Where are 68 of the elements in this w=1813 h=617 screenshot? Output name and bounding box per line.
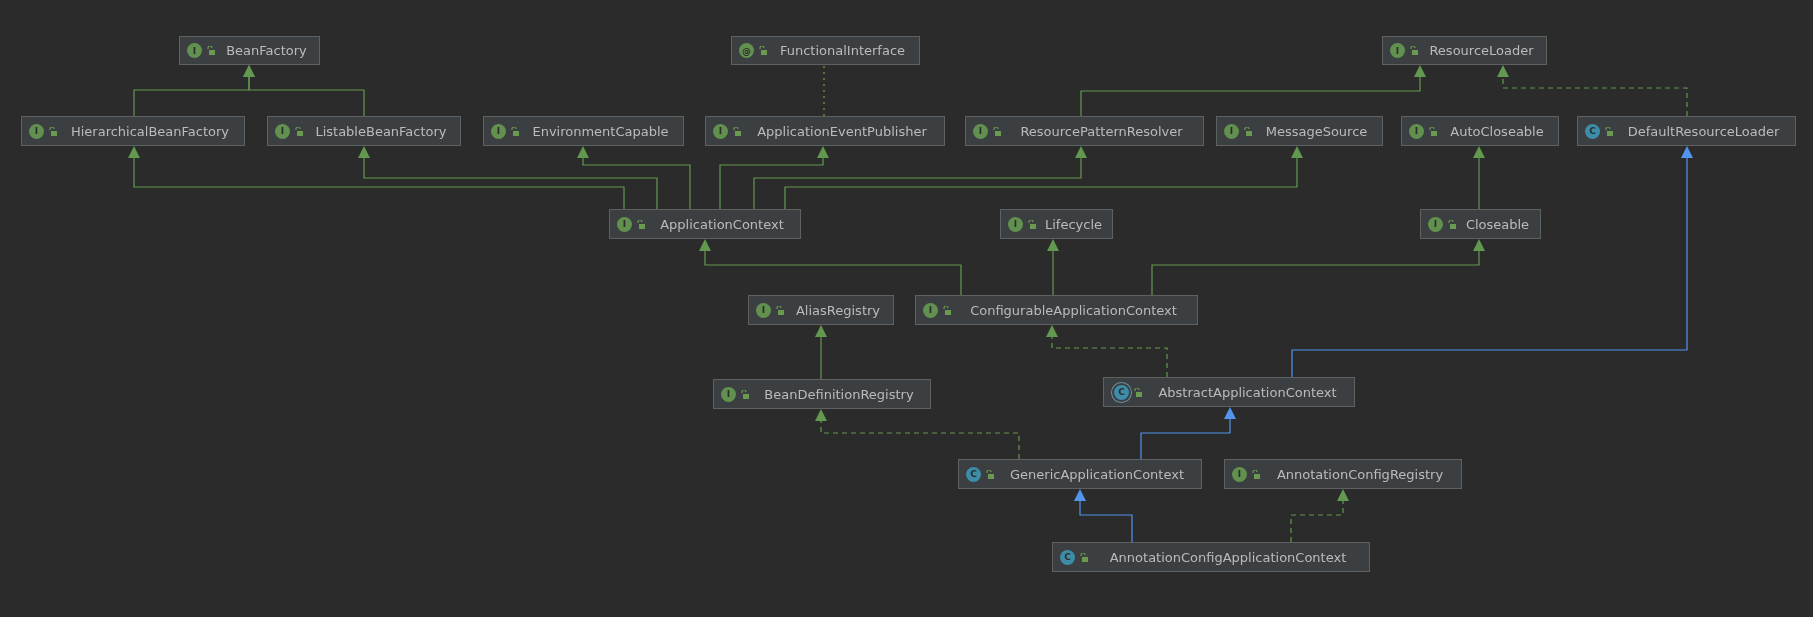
type-badge: C — [1585, 123, 1600, 139]
padlock-icon — [511, 126, 519, 136]
type-badge: I — [1232, 466, 1247, 482]
type-badge: I — [29, 123, 44, 139]
padlock-icon — [1252, 469, 1260, 479]
class-name: ListableBeanFactory — [314, 123, 448, 139]
type-badge: I — [973, 123, 988, 139]
padlock-icon — [993, 126, 1001, 136]
padlock-icon — [1605, 126, 1613, 136]
type-badge: I — [491, 123, 506, 139]
padlock-icon — [207, 46, 215, 55]
inheritance-arrow — [815, 325, 827, 380]
padlock-icon — [759, 46, 767, 55]
padlock-icon — [295, 126, 303, 136]
padlock-icon — [1448, 219, 1456, 229]
class-name: DefaultResourceLoader — [1626, 123, 1781, 139]
type-badge: C — [966, 466, 981, 482]
class-name: FunctionalInterface — [778, 43, 907, 58]
type-badge: I — [756, 302, 771, 318]
class-name: BeanDefinitionRegistry — [763, 386, 915, 402]
type-badge: I — [1390, 43, 1405, 58]
padlock-icon — [1028, 219, 1036, 229]
type-badge: I — [1224, 123, 1239, 139]
class-name: ConfigurableApplicationContext — [969, 302, 1178, 318]
type-badge: @ — [739, 43, 754, 58]
type-badge: I — [1008, 216, 1023, 232]
type-badge: I — [275, 123, 290, 139]
padlock-icon — [1134, 387, 1142, 397]
class-name: ApplicationContext — [659, 216, 785, 232]
class-name: BeanFactory — [225, 43, 308, 58]
padlock-icon — [776, 305, 784, 315]
padlock-icon — [943, 305, 951, 315]
type-badge: I — [923, 302, 938, 318]
class-name: Lifecycle — [1044, 216, 1103, 232]
padlock-icon — [986, 469, 994, 479]
type-badge: I — [713, 123, 728, 139]
class-name: MessageSource — [1264, 123, 1369, 139]
padlock-icon — [1080, 552, 1088, 562]
class-name: ResourcePatternResolver — [1019, 123, 1184, 139]
implementation-arrow — [1290, 489, 1349, 543]
class-name: AnnotationConfigApplicationContext — [1108, 549, 1348, 565]
class-name: AnnotationConfigRegistry — [1275, 466, 1445, 482]
type-badge: I — [721, 386, 736, 402]
class-name: AbstractApplicationContext — [1157, 384, 1338, 400]
padlock-icon — [1410, 46, 1418, 55]
padlock-icon — [741, 389, 749, 399]
padlock-icon — [733, 126, 741, 136]
padlock-icon — [1244, 126, 1252, 136]
type-badge: C — [1060, 549, 1075, 565]
class-name: Closeable — [1464, 216, 1531, 232]
class-name: EnvironmentCapable — [531, 123, 670, 139]
type-badge: I — [1409, 123, 1424, 139]
padlock-icon — [49, 126, 57, 136]
padlock-icon — [637, 219, 645, 229]
type-badge: C — [1114, 384, 1129, 400]
inheritance-arrow — [1047, 239, 1059, 296]
dotted-connector — [823, 64, 825, 117]
class-name: AliasRegistry — [794, 302, 882, 318]
class-name: HierarchicalBeanFactory — [69, 123, 231, 139]
type-badge: I — [1428, 216, 1443, 232]
class-name: AutoCloseable — [1449, 123, 1545, 139]
inheritance-arrow — [1074, 489, 1133, 543]
class-name: ResourceLoader — [1428, 43, 1535, 58]
type-badge: I — [187, 43, 202, 58]
type-badge: I — [617, 216, 632, 232]
padlock-icon — [1429, 126, 1437, 136]
class-name: ApplicationEventPublisher — [756, 123, 928, 139]
class-name: GenericApplicationContext — [1009, 466, 1185, 482]
